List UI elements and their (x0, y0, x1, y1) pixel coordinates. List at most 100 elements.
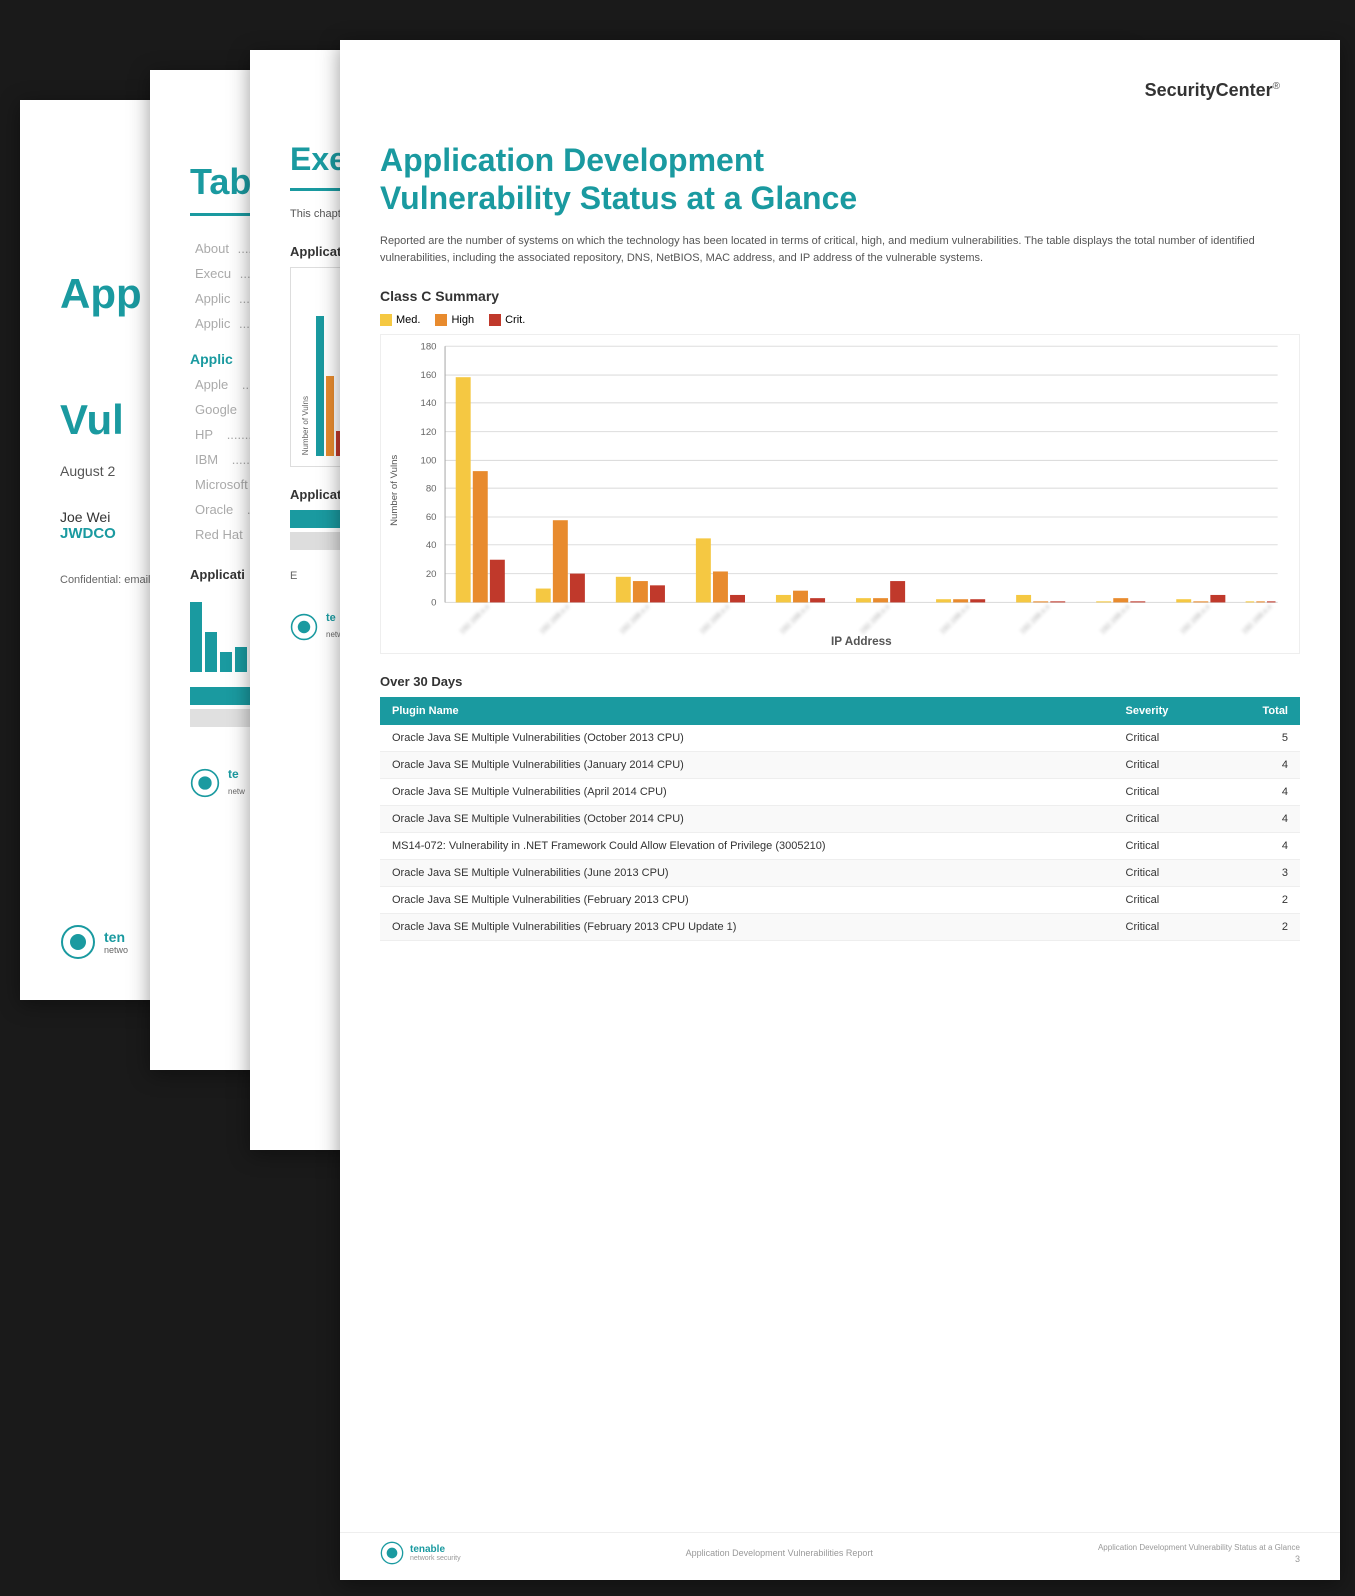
tenable-text: ten (104, 929, 128, 945)
page-stack: SecurityCenter® App Vul August 2 Joe Wei… (20, 40, 1320, 1560)
severity-3: Critical (1114, 778, 1221, 805)
legend-med: Med. (380, 314, 420, 326)
plugin-name-6: Oracle Java SE Multiple Vulnerabilities … (380, 859, 1114, 886)
svg-text:192.168.x.x: 192.168.x.x (1098, 602, 1132, 636)
tenable-subtext: netwo (104, 945, 128, 955)
table-body: Oracle Java SE Multiple Vulnerabilities … (380, 725, 1300, 941)
svg-text:192.168.x.x: 192.168.x.x (698, 602, 732, 636)
svg-text:192.168.x.x: 192.168.x.x (778, 602, 812, 636)
svg-text:140: 140 (420, 398, 436, 409)
main-header: SecurityCenter® (340, 40, 1340, 121)
legend-med-color (380, 314, 392, 326)
plugin-name-1: Oracle Java SE Multiple Vulnerabilities … (380, 725, 1114, 752)
main-description: Reported are the number of systems on wh… (380, 233, 1300, 268)
svg-text:192.168.x.x: 192.168.x.x (1178, 602, 1212, 636)
table-row: Oracle Java SE Multiple Vulnerabilities … (380, 725, 1300, 752)
total-2: 4 (1221, 751, 1300, 778)
chart-legend: Med. High Crit. (380, 314, 1300, 326)
table-row: Oracle Java SE Multiple Vulnerabilities … (380, 778, 1300, 805)
severity-2: Critical (1114, 751, 1221, 778)
tenable-subtext-toc: netw (228, 787, 245, 796)
severity-8: Critical (1114, 913, 1221, 940)
svg-text:Number of Vulns: Number of Vulns (389, 455, 400, 526)
svg-text:192.168.x.x: 192.168.x.x (1240, 602, 1274, 636)
page-footer: tenable network security Application Dev… (340, 1532, 1340, 1565)
tenable-logo-cover: ten netwo (60, 924, 128, 960)
svg-text:120: 120 (420, 427, 436, 438)
chart-container: 0 20 40 60 80 100 120 140 160 180 Number… (380, 334, 1300, 654)
main-content: Application Development Vulnerability St… (340, 121, 1340, 961)
tenable-footer-subtext: network security (410, 1555, 461, 1562)
vulnerability-table: Plugin Name Severity Total Oracle Java S… (380, 697, 1300, 941)
total-8: 2 (1221, 913, 1300, 940)
tenable-footer-text: tenable (410, 1545, 461, 1555)
total-6: 3 (1221, 859, 1300, 886)
legend-high: High (435, 314, 474, 326)
svg-text:160: 160 (420, 370, 436, 381)
svg-text:192.168.x.x: 192.168.x.x (618, 602, 652, 636)
legend-high-color (435, 314, 447, 326)
svg-text:192.168.x.x: 192.168.x.x (1018, 602, 1052, 636)
legend-crit: Crit. (489, 314, 525, 326)
table-section-title: Over 30 Days (380, 674, 1300, 689)
svg-text:192.168.x.x: 192.168.x.x (458, 602, 492, 636)
severity-1: Critical (1114, 725, 1221, 752)
plugin-name-4: Oracle Java SE Multiple Vulnerabilities … (380, 805, 1114, 832)
plugin-name-2: Oracle Java SE Multiple Vulnerabilities … (380, 751, 1114, 778)
total-3: 4 (1221, 778, 1300, 805)
svg-text:60: 60 (426, 512, 437, 523)
footer-logo: tenable network security (380, 1541, 461, 1565)
sc-logo-main: SecurityCenter® (370, 60, 1310, 111)
svg-text:0: 0 (431, 598, 436, 609)
legend-crit-color (489, 314, 501, 326)
total-7: 2 (1221, 886, 1300, 913)
table-header: Plugin Name Severity Total (380, 697, 1300, 725)
tenable-text-toc: te (228, 767, 245, 781)
plugin-name-5: MS14-072: Vulnerability in .NET Framewor… (380, 832, 1114, 859)
plugin-name-3: Oracle Java SE Multiple Vulnerabilities … (380, 778, 1114, 805)
table-row: Oracle Java SE Multiple Vulnerabilities … (380, 886, 1300, 913)
severity-4: Critical (1114, 805, 1221, 832)
legend-crit-label: Crit. (505, 314, 525, 326)
total-1: 5 (1221, 725, 1300, 752)
svg-text:IP Address: IP Address (831, 635, 892, 648)
col-plugin-name: Plugin Name (380, 697, 1114, 725)
svg-text:20: 20 (426, 569, 437, 580)
brand-name-main: SecurityCenter (1145, 80, 1273, 100)
svg-text:80: 80 (426, 483, 437, 494)
svg-text:40: 40 (426, 540, 437, 551)
tenable-icon-toc (190, 768, 220, 798)
severity-6: Critical (1114, 859, 1221, 886)
legend-med-label: Med. (396, 314, 420, 326)
tenable-icon (60, 924, 96, 960)
tenable-footer-icon (380, 1541, 404, 1565)
legend-high-label: High (451, 314, 474, 326)
chart-section-title: Class C Summary (380, 288, 1300, 304)
severity-5: Critical (1114, 832, 1221, 859)
table-row: Oracle Java SE Multiple Vulnerabilities … (380, 913, 1300, 940)
col-severity: Severity (1114, 697, 1221, 725)
plugin-name-8: Oracle Java SE Multiple Vulnerabilities … (380, 913, 1114, 940)
table-header-row: Plugin Name Severity Total (380, 697, 1300, 725)
table-row: Oracle Java SE Multiple Vulnerabilities … (380, 751, 1300, 778)
svg-text:192.168.x.x: 192.168.x.x (538, 602, 572, 636)
table-row: MS14-072: Vulnerability in .NET Framewor… (380, 832, 1300, 859)
page-main: SecurityCenter® Application Development … (340, 40, 1340, 1580)
table-row: Oracle Java SE Multiple Vulnerabilities … (380, 805, 1300, 832)
col-total: Total (1221, 697, 1300, 725)
svg-text:100: 100 (420, 456, 436, 467)
main-page-title: Application Development Vulnerability St… (380, 141, 1300, 218)
tenable-icon-exec (290, 613, 318, 641)
svg-text:192.168.x.x: 192.168.x.x (938, 602, 972, 636)
svg-text:180: 180 (420, 341, 436, 352)
footer-page-number: 3 (1295, 1554, 1300, 1564)
chart-svg: 0 20 40 60 80 100 120 140 160 180 Number… (381, 335, 1299, 635)
total-4: 4 (1221, 805, 1300, 832)
total-5: 4 (1221, 832, 1300, 859)
svg-text:192.168.x.x: 192.168.x.x (858, 602, 892, 636)
plugin-name-7: Oracle Java SE Multiple Vulnerabilities … (380, 886, 1114, 913)
footer-subtitle: Application Development Vulnerability St… (1098, 1543, 1300, 1552)
severity-7: Critical (1114, 886, 1221, 913)
table-row: Oracle Java SE Multiple Vulnerabilities … (380, 859, 1300, 886)
footer-doc-title: Application Development Vulnerabilities … (686, 1548, 873, 1558)
